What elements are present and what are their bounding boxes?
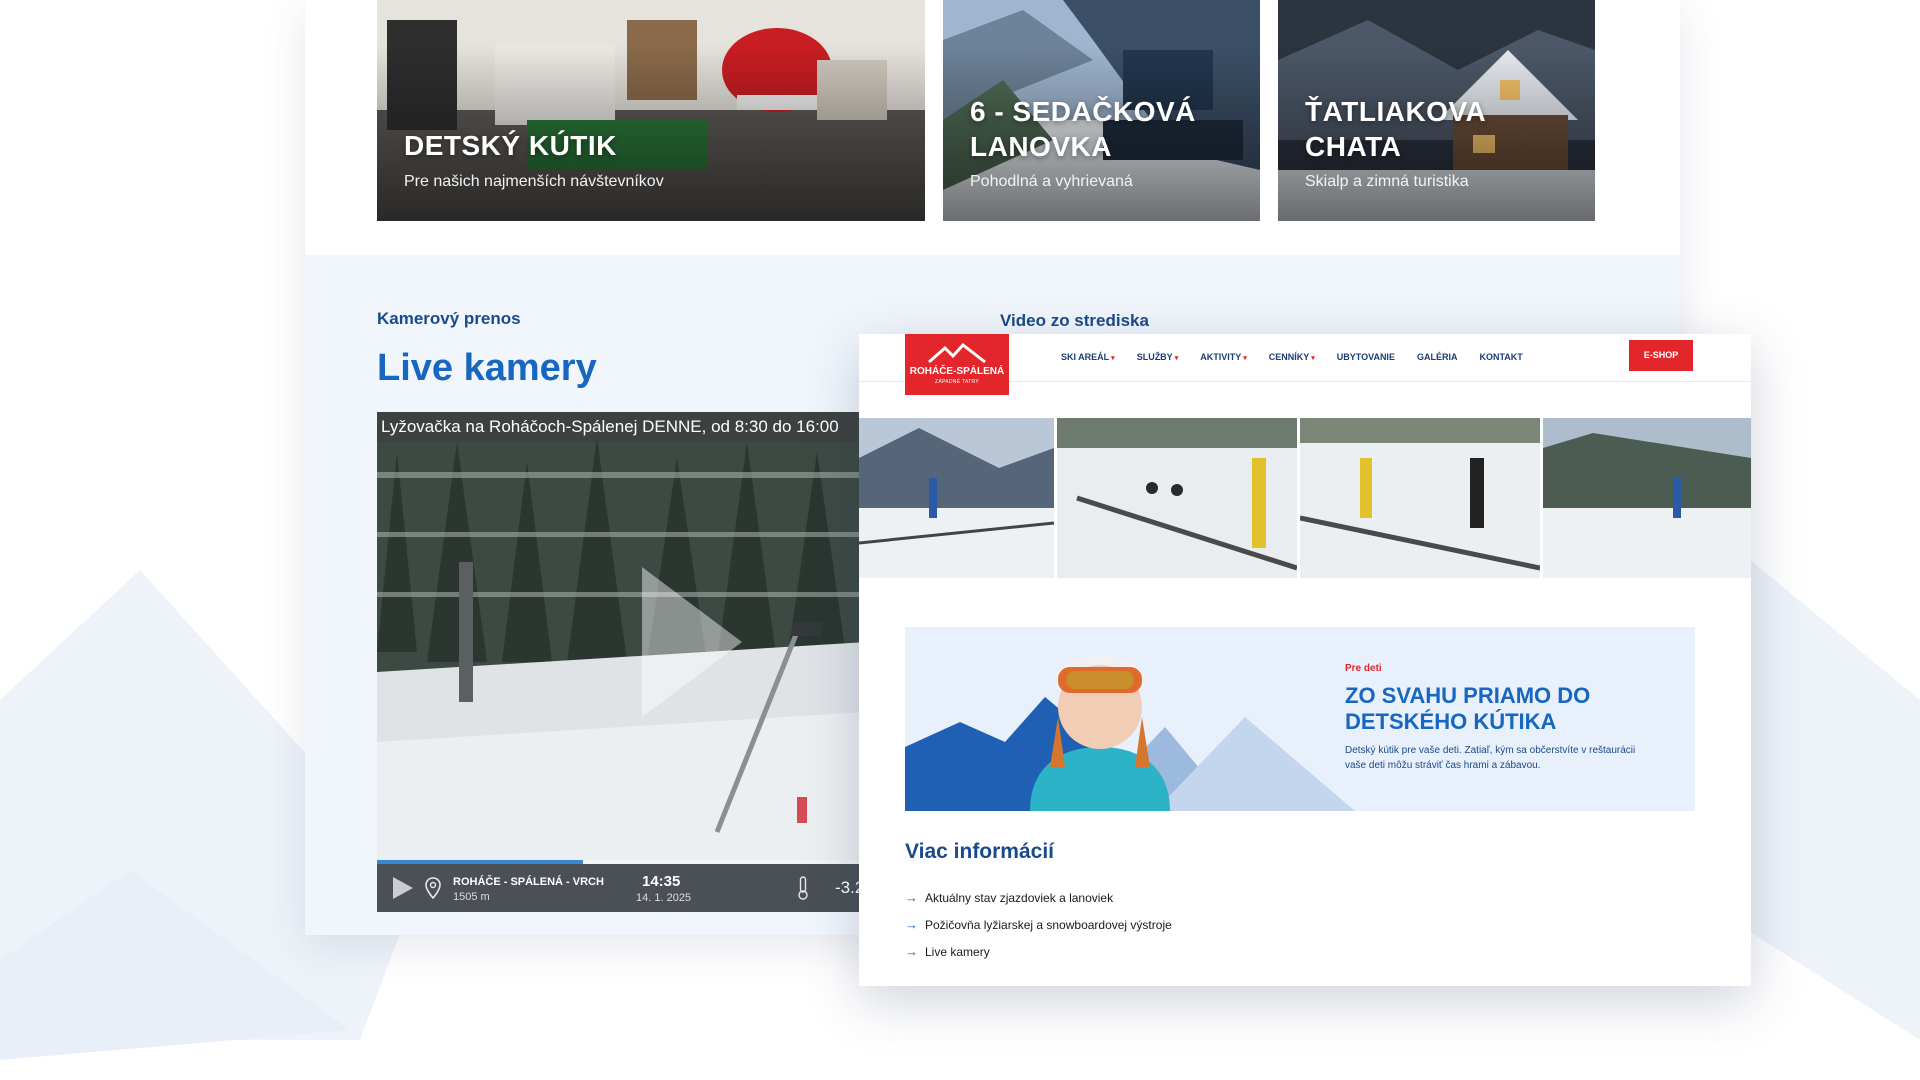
link-live-cameras[interactable]: → Live kamery [905, 938, 1172, 965]
site-logo[interactable]: ROHÁČE-SPÁLENÁ ZÁPADNÉ TATRY [905, 334, 1009, 395]
gallery-photo-4[interactable] [1543, 418, 1751, 578]
chevron-down-icon: ▾ [1243, 355, 1247, 362]
camera-altitude: 1505 m [453, 891, 490, 903]
camera-eyebrow: Kamerový prenos [377, 309, 521, 328]
kids-corner-banner[interactable]: Pre deti ZO SVAHU PRIAMO DO DETSKÉHO KÚT… [905, 627, 1695, 811]
chevron-down-icon: ▾ [1174, 355, 1179, 362]
tile-chairlift[interactable]: 6 - SEDAČKOVÁ LANOVKA Pohodlná a vyhriev… [943, 0, 1260, 221]
tile-kids-corner[interactable]: DETSKÝ KÚTIK Pre našich najmenších návšt… [377, 0, 925, 221]
menu-item-ski-areal[interactable]: SKI AREÁL ▾ [1061, 352, 1115, 362]
feature-tiles: DETSKÝ KÚTIK Pre našich najmenších návšt… [377, 0, 1597, 221]
photo-gallery [859, 418, 1751, 578]
camera-caption: Lyžovačka na Roháčoch-Spálenej DENNE, od… [377, 412, 867, 442]
menu-item-ubytovanie[interactable]: UBYTOVANIE [1337, 352, 1395, 362]
chevron-down-icon: ▾ [1111, 355, 1115, 362]
gallery-photo-1[interactable] [859, 418, 1054, 578]
camera-time: 14:35 [642, 873, 681, 890]
link-slopes-status[interactable]: → Aktuálny stav zjazdoviek a lanoviek [905, 884, 1172, 911]
camera-location: ROHÁČE - SPÁLENÁ - VRCH [453, 876, 604, 888]
tile-subtitle: Skialp a zimná turistika [1305, 173, 1469, 190]
thermometer-icon [798, 876, 808, 900]
child-photo [1030, 655, 1170, 811]
tile-title: 6 - SEDAČKOVÁ LANOVKA [970, 96, 1196, 162]
website-preview-window: ROHÁČE-SPÁLENÁ ZÁPADNÉ TATRY SKI AREÁL ▾ … [859, 334, 1751, 986]
menu-item-galeria[interactable]: GALÉRIA [1417, 352, 1458, 362]
arrow-right-icon: → [905, 944, 918, 959]
play-small-icon[interactable] [393, 877, 413, 899]
tile-subtitle: Pre našich najmenších návštevníkov [404, 173, 664, 190]
live-camera-player[interactable]: Lyžovačka na Roháčoch-Spálenej DENNE, od… [377, 412, 867, 912]
banner-text: Detský kútik pre vaše deti. Zatiaľ, kým … [1345, 745, 1636, 771]
camera-frame [377, 412, 867, 912]
menu-item-aktivity[interactable]: AKTIVITY ▾ [1200, 352, 1247, 362]
camera-date: 14. 1. 2025 [636, 892, 692, 904]
section-title: Live kamery [377, 347, 597, 389]
tile-tatliakova-chata[interactable]: ŤATLIAKOVA CHATA Skialp a zimná turistik… [1278, 0, 1595, 221]
more-info-links: → Aktuálny stav zjazdoviek a lanoviek → Po… [905, 884, 1172, 965]
menu-item-sluzby[interactable]: SLUŽBY ▾ [1137, 352, 1179, 362]
arrow-right-icon: → [905, 890, 918, 905]
banner-title: ZO SVAHU PRIAMO DO DETSKÉHO KÚTIKA [1345, 683, 1591, 734]
gallery-photo-2[interactable] [1057, 418, 1297, 578]
eshop-button[interactable]: E-SHOP [1629, 340, 1693, 371]
more-info-title: Viac informácií [905, 840, 1055, 863]
banner-eyebrow: Pre deti [1345, 663, 1382, 674]
play-icon[interactable] [642, 567, 742, 717]
top-navigation: ROHÁČE-SPÁLENÁ ZÁPADNÉ TATRY SKI AREÁL ▾ … [859, 334, 1751, 395]
main-menu: SKI AREÁL ▾ SLUŽBY ▾ AKTIVITY ▾ CENNÍKY ▾ UB… [1061, 352, 1545, 362]
tile-subtitle: Pohodlná a vyhrievaná [970, 173, 1133, 190]
menu-item-kontakt[interactable]: KONTAKT [1479, 352, 1522, 362]
tile-title: ŤATLIAKOVA CHATA [1305, 96, 1487, 162]
link-equipment-rental[interactable]: → Požičovňa lyžiarskej a snowboardovej vý… [905, 911, 1172, 938]
menu-item-cenniky[interactable]: CENNÍKY ▾ [1269, 352, 1315, 362]
mountain-logo-icon [928, 342, 986, 364]
video-eyebrow: Video zo strediska [1000, 311, 1149, 330]
arrow-right-icon: → [905, 917, 918, 932]
tile-title: DETSKÝ KÚTIK [404, 130, 617, 161]
gallery-photo-3[interactable] [1300, 418, 1540, 578]
chevron-down-icon: ▾ [1311, 355, 1315, 362]
location-pin-icon [425, 877, 441, 899]
camera-info-bar: ROHÁČE - SPÁLENÁ - VRCH 1505 m 14:35 14.… [377, 864, 867, 912]
